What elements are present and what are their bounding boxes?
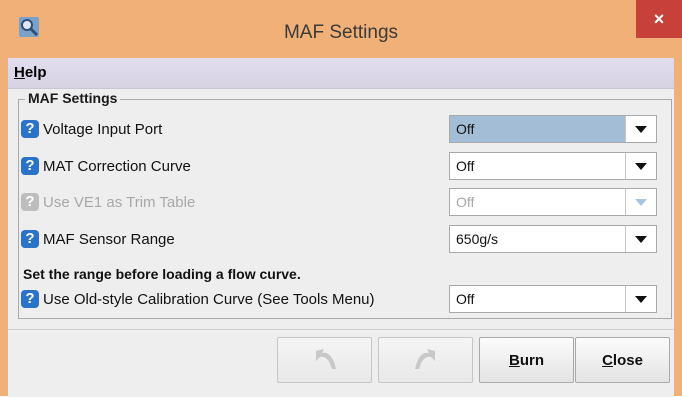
setting-label: Use VE1 as Trim Table <box>43 194 196 211</box>
setting-row-maf-sensor-range: ? MAF Sensor Range 650g/s <box>21 224 669 254</box>
close-button[interactable]: Close <box>575 337 670 383</box>
use-ve1-trim-table-select: Off <box>449 188 657 216</box>
redo-button[interactable] <box>378 337 473 383</box>
setting-label: Use Old-style Calibration Curve (See Too… <box>43 291 375 308</box>
settings-panel: MAF Settings ? Voltage Input Port Off ? … <box>8 89 674 329</box>
voltage-input-port-select[interactable]: Off <box>449 115 657 143</box>
close-icon: × <box>653 9 665 29</box>
setting-row-voltage-input-port: ? Voltage Input Port Off <box>21 114 669 144</box>
setting-row-mat-correction-curve: ? MAT Correction Curve Off <box>21 151 669 181</box>
setting-label: Voltage Input Port <box>43 121 163 138</box>
chevron-down-icon <box>625 189 656 215</box>
help-icon[interactable]: ? <box>21 157 39 175</box>
menu-help[interactable]: Help <box>14 64 47 81</box>
mat-correction-curve-select[interactable]: Off <box>449 152 657 180</box>
chevron-down-icon[interactable] <box>625 153 656 179</box>
range-note: Set the range before loading a flow curv… <box>23 266 301 282</box>
old-style-calibration-select[interactable]: Off <box>449 285 657 313</box>
setting-label: MAT Correction Curve <box>43 158 191 175</box>
help-icon: ? <box>21 193 39 211</box>
group-title: MAF Settings <box>25 90 121 106</box>
maf-settings-window: MAF Settings × Help MAF Settings ? Volta… <box>0 0 682 397</box>
select-value: Off <box>456 194 475 210</box>
select-value: Off <box>456 121 475 137</box>
setting-row-use-ve1-trim-table: ? Use VE1 as Trim Table Off <box>21 187 669 217</box>
client-area: Help MAF Settings ? Voltage Input Port O… <box>8 58 674 397</box>
undo-icon <box>316 349 336 369</box>
burn-button[interactable]: Burn <box>479 337 574 383</box>
help-icon[interactable]: ? <box>21 290 39 308</box>
setting-label: MAF Sensor Range <box>43 231 175 248</box>
chevron-down-icon[interactable] <box>625 286 656 312</box>
chevron-down-icon[interactable] <box>625 116 656 142</box>
select-value: Off <box>456 158 475 174</box>
setting-row-old-style-calibration: ? Use Old-style Calibration Curve (See T… <box>21 284 669 314</box>
button-bar: Burn Close <box>8 329 674 397</box>
maf-settings-group: MAF Settings ? Voltage Input Port Off ? … <box>18 90 672 319</box>
help-icon[interactable]: ? <box>21 230 39 248</box>
maf-sensor-range-select[interactable]: 650g/s <box>449 225 657 253</box>
redo-icon <box>415 349 435 369</box>
undo-button[interactable] <box>277 337 372 383</box>
select-value: 650g/s <box>456 231 499 247</box>
select-value: Off <box>456 291 475 307</box>
window-title: MAF Settings <box>283 22 399 43</box>
chevron-down-icon[interactable] <box>625 226 656 252</box>
menu-bar: Help <box>8 58 674 89</box>
help-icon[interactable]: ? <box>21 120 39 138</box>
close-window-button[interactable]: × <box>636 0 682 38</box>
title-bar[interactable]: MAF Settings × <box>0 0 682 58</box>
